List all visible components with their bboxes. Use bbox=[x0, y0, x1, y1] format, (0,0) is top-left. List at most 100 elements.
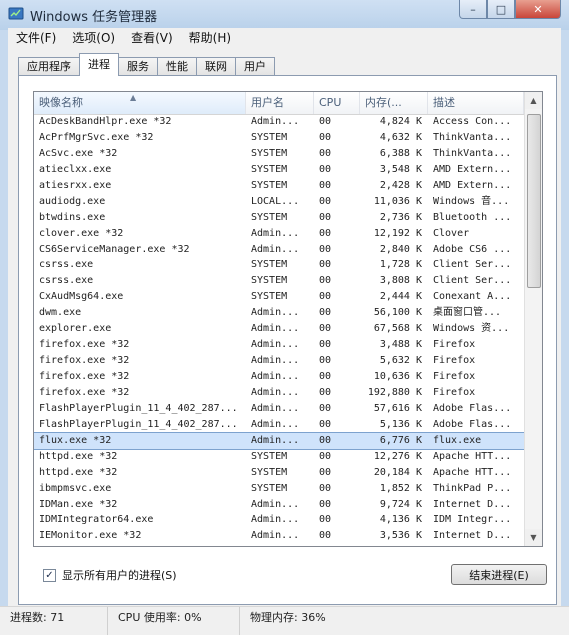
cpu-cell: 00 bbox=[319, 323, 332, 335]
memory-cell: 11,036 K bbox=[373, 195, 422, 207]
process-row[interactable]: AcSvc.exe *32 SYSTEM 00 6,388 K ThinkVanta..… bbox=[34, 146, 524, 162]
user-name-cell: Admin... bbox=[251, 323, 300, 335]
tab-processes[interactable]: 进程 bbox=[79, 53, 119, 76]
title-bar[interactable]: Windows 任务管理器 – □ ✕ bbox=[0, 0, 569, 28]
menu-bar: 文件(F) 选项(O) 查看(V) 帮助(H) bbox=[8, 28, 561, 49]
process-row[interactable]: IDMan.exe *32 Admin... 00 9,724 K Internet D… bbox=[34, 497, 524, 513]
column-image-name[interactable]: 映像名称 ▲ bbox=[34, 92, 246, 114]
scrollbar-thumb[interactable] bbox=[527, 114, 541, 288]
image-name-cell: CS6ServiceManager.exe *32 bbox=[39, 243, 190, 255]
process-row[interactable]: dwm.exe Admin... 00 56,100 K 桌面窗口管... bbox=[34, 305, 524, 321]
process-row[interactable]: CxAudMsg64.exe SYSTEM 00 2,444 K Conexant A.… bbox=[34, 289, 524, 305]
process-row[interactable]: atiesrxx.exe SYSTEM 00 2,428 K AMD Extern... bbox=[34, 178, 524, 194]
caption-buttons: – □ ✕ bbox=[459, 0, 561, 20]
tab-services[interactable]: 服务 bbox=[118, 57, 158, 76]
cpu-cell: 00 bbox=[319, 402, 332, 414]
process-row[interactable]: firefox.exe *32 Admin... 00 5,632 K Firefox bbox=[34, 353, 524, 369]
memory-cell: 10,636 K bbox=[373, 371, 422, 382]
process-rows: AcDeskBandHlpr.exe *32 Admin... 00 4,824 K A… bbox=[34, 114, 524, 546]
processes-panel: 映像名称 ▲ 用户名 CPU 内存(... 描述 AcDeskBandHlpr.… bbox=[18, 75, 557, 605]
process-row[interactable]: AcPrfMgrSvc.exe *32 SYSTEM 00 4,632 K ThinkV… bbox=[34, 130, 524, 146]
end-process-button[interactable]: 结束进程(E) bbox=[451, 564, 547, 585]
cpu-cell: 00 bbox=[319, 131, 332, 143]
process-row[interactable]: csrss.exe SYSTEM 00 3,808 K Client Ser... bbox=[34, 273, 524, 289]
memory-cell: 1,616 K bbox=[360, 544, 428, 546]
menu-file[interactable]: 文件(F) bbox=[8, 28, 64, 48]
maximize-button[interactable]: □ bbox=[487, 0, 515, 19]
description-cell: Apache HTT... bbox=[433, 450, 512, 462]
process-row[interactable]: firefox.exe *32 Admin... 00 10,636 K Firefox bbox=[34, 369, 524, 385]
cpu-cell: 00 bbox=[319, 482, 332, 494]
memory-cell: 3,548 K bbox=[379, 163, 422, 175]
process-row[interactable]: firefox.exe *32 Admin... 00 192,880 K Firefo… bbox=[34, 385, 524, 401]
memory-cell: 4,824 K bbox=[379, 116, 422, 127]
close-button[interactable]: ✕ bbox=[515, 0, 561, 19]
description-cell: ThinkPad P... bbox=[433, 482, 512, 494]
column-memory[interactable]: 内存(... bbox=[360, 92, 428, 114]
menu-options[interactable]: 选项(O) bbox=[64, 28, 123, 48]
image-name-cell: csrss.exe bbox=[39, 259, 94, 271]
description-cell: Windows 音... bbox=[433, 195, 510, 207]
process-row[interactable]: IDMIntegrator64.exe Admin... 00 4,136 K IDM … bbox=[34, 512, 524, 528]
user-name-cell: SYSTEM bbox=[251, 275, 288, 287]
menu-view[interactable]: 查看(V) bbox=[123, 28, 181, 48]
user-name-cell: Admin... bbox=[251, 371, 300, 382]
memory-cell: 192,880 K bbox=[367, 386, 422, 398]
image-name-cell: dwm.exe bbox=[39, 307, 82, 319]
column-user-name[interactable]: 用户名 bbox=[246, 92, 314, 114]
user-name-cell: SYSTEM bbox=[251, 450, 288, 462]
menu-help[interactable]: 帮助(H) bbox=[181, 28, 239, 48]
column-cpu[interactable]: CPU bbox=[314, 92, 360, 114]
user-name-cell: SYSTEM bbox=[251, 131, 288, 143]
process-row[interactable]: ibmpmsvc.exe SYSTEM 00 1,852 K ThinkPad P... bbox=[34, 481, 524, 497]
tab-applications[interactable]: 应用程序 bbox=[18, 57, 80, 76]
description-cell: Access Con... bbox=[433, 116, 512, 127]
description-cell: ThinkVanta... bbox=[433, 131, 512, 143]
scroll-up-arrow-icon[interactable]: ▲ bbox=[525, 92, 542, 109]
cpu-cell: 00 bbox=[319, 386, 332, 398]
user-name-cell: SYSTEM bbox=[251, 259, 288, 271]
process-row[interactable]: atieclxx.exe SYSTEM 00 3,548 K AMD Extern... bbox=[34, 162, 524, 178]
process-row[interactable]: ibi_service.exe *32SYSTEM001,616 KIntel … bbox=[34, 544, 524, 546]
user-name-cell: SYSTEM bbox=[246, 544, 314, 546]
scroll-down-arrow-icon[interactable]: ▼ bbox=[525, 529, 542, 546]
process-row[interactable]: IEMonitor.exe *32 Admin... 00 3,536 K Intern… bbox=[34, 528, 524, 544]
cpu-cell: 00 bbox=[319, 355, 332, 367]
memory-cell: 9,724 K bbox=[379, 498, 422, 510]
process-row[interactable]: FlashPlayerPlugin_11_4_402_287... Admin..… bbox=[34, 417, 524, 433]
process-row[interactable]: CS6ServiceManager.exe *32 Admin... 00 2,840… bbox=[34, 242, 524, 258]
process-row[interactable]: firefox.exe *32 Admin... 00 3,488 K Firefox bbox=[34, 337, 524, 353]
cpu-cell: 00 bbox=[319, 371, 332, 382]
process-row[interactable]: csrss.exe SYSTEM 00 1,728 K Client Ser... bbox=[34, 257, 524, 273]
client-area: 应用程序 进程 服务 性能 联网 用户 映像名称 ▲ 用户名 CPU 内存(..… bbox=[8, 48, 561, 606]
tab-performance[interactable]: 性能 bbox=[157, 57, 197, 76]
show-all-users-option[interactable]: ✓ 显示所有用户的进程(S) bbox=[43, 567, 177, 583]
image-name-cell: httpd.exe *32 bbox=[39, 466, 118, 478]
image-name-cell: AcDeskBandHlpr.exe *32 bbox=[39, 116, 172, 127]
vertical-scrollbar[interactable]: ▲ ▼ bbox=[524, 92, 542, 546]
process-list[interactable]: 映像名称 ▲ 用户名 CPU 内存(... 描述 AcDeskBandHlpr.… bbox=[33, 91, 543, 547]
process-row[interactable]: audiodg.exe LOCAL... 00 11,036 K Windows 音..… bbox=[34, 194, 524, 210]
process-row[interactable]: httpd.exe *32 SYSTEM 00 12,276 K Apache HTT.… bbox=[34, 449, 524, 465]
image-name-cell: audiodg.exe bbox=[39, 195, 106, 207]
cpu-cell: 00 bbox=[319, 147, 332, 159]
process-row[interactable]: AcDeskBandHlpr.exe *32 Admin... 00 4,824 K A… bbox=[34, 114, 524, 130]
show-all-users-checkbox[interactable]: ✓ bbox=[43, 568, 56, 582]
process-row[interactable]: btwdins.exe SYSTEM 00 2,736 K Bluetooth ... bbox=[34, 210, 524, 226]
process-row[interactable]: FlashPlayerPlugin_11_4_402_287... Admin..… bbox=[34, 401, 524, 417]
memory-cell: 5,136 K bbox=[379, 418, 422, 430]
process-row[interactable]: httpd.exe *32 SYSTEM 00 20,184 K Apache HTT.… bbox=[34, 465, 524, 481]
process-row[interactable]: explorer.exe Admin... 00 67,568 K Windows 资.… bbox=[34, 321, 524, 337]
image-name-cell: IDMIntegrator64.exe bbox=[39, 514, 154, 526]
tab-users[interactable]: 用户 bbox=[235, 57, 275, 76]
column-description[interactable]: 描述 bbox=[428, 92, 524, 114]
minimize-button[interactable]: – bbox=[459, 0, 487, 19]
image-name-cell: IDMan.exe *32 bbox=[39, 498, 118, 510]
image-name-cell: flux.exe *32 bbox=[39, 434, 112, 446]
process-row[interactable]: flux.exe *32 Admin... 00 6,776 K flux.exe bbox=[34, 431, 524, 450]
memory-cell: 12,276 K bbox=[373, 450, 422, 462]
description-cell: Client Ser... bbox=[433, 259, 512, 271]
process-row[interactable]: clover.exe *32 Admin... 00 12,192 K Clover bbox=[34, 226, 524, 242]
image-name-cell: clover.exe *32 bbox=[39, 227, 124, 239]
tab-networking[interactable]: 联网 bbox=[196, 57, 236, 76]
